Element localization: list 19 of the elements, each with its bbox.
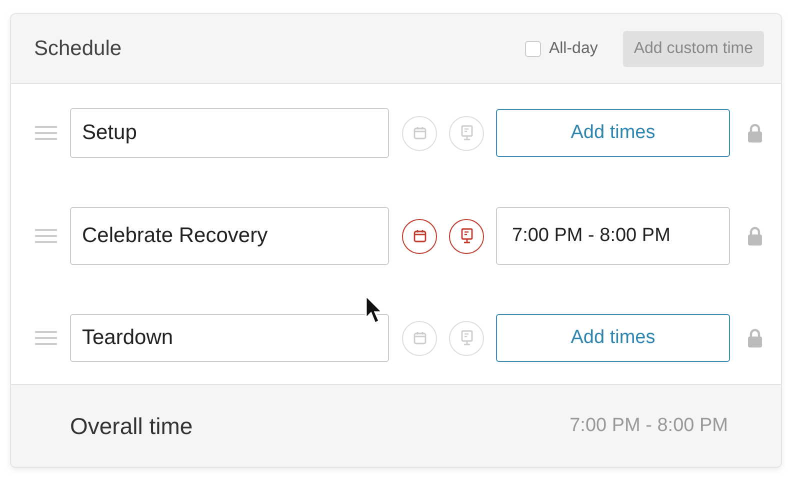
drag-handle-icon[interactable]	[35, 126, 57, 140]
time-range-field[interactable]: 7:00 PM - 8:00 PM	[496, 207, 730, 265]
name-field[interactable]: Setup	[70, 108, 389, 158]
card-title: Schedule	[34, 36, 122, 62]
add-times-button[interactable]: Add times	[496, 314, 730, 362]
display-icon[interactable]	[449, 218, 484, 254]
drag-handle-icon[interactable]	[35, 331, 57, 345]
name-field[interactable]: Celebrate Recovery	[70, 207, 389, 265]
name-field[interactable]: Teardown	[70, 314, 389, 362]
lock-icon[interactable]	[746, 226, 764, 246]
overall-time-value: 7:00 PM - 8:00 PM	[570, 414, 728, 438]
lock-icon[interactable]	[746, 123, 764, 143]
lock-icon[interactable]	[746, 328, 764, 348]
calendar-icon[interactable]	[402, 218, 437, 254]
add-times-button[interactable]: Add times	[496, 109, 730, 157]
checkbox[interactable]	[524, 40, 541, 56]
overall-time-label: Overall time	[70, 412, 193, 441]
drag-handle-icon[interactable]	[35, 229, 57, 243]
all-day-checkbox[interactable]: All-day	[524, 36, 598, 60]
